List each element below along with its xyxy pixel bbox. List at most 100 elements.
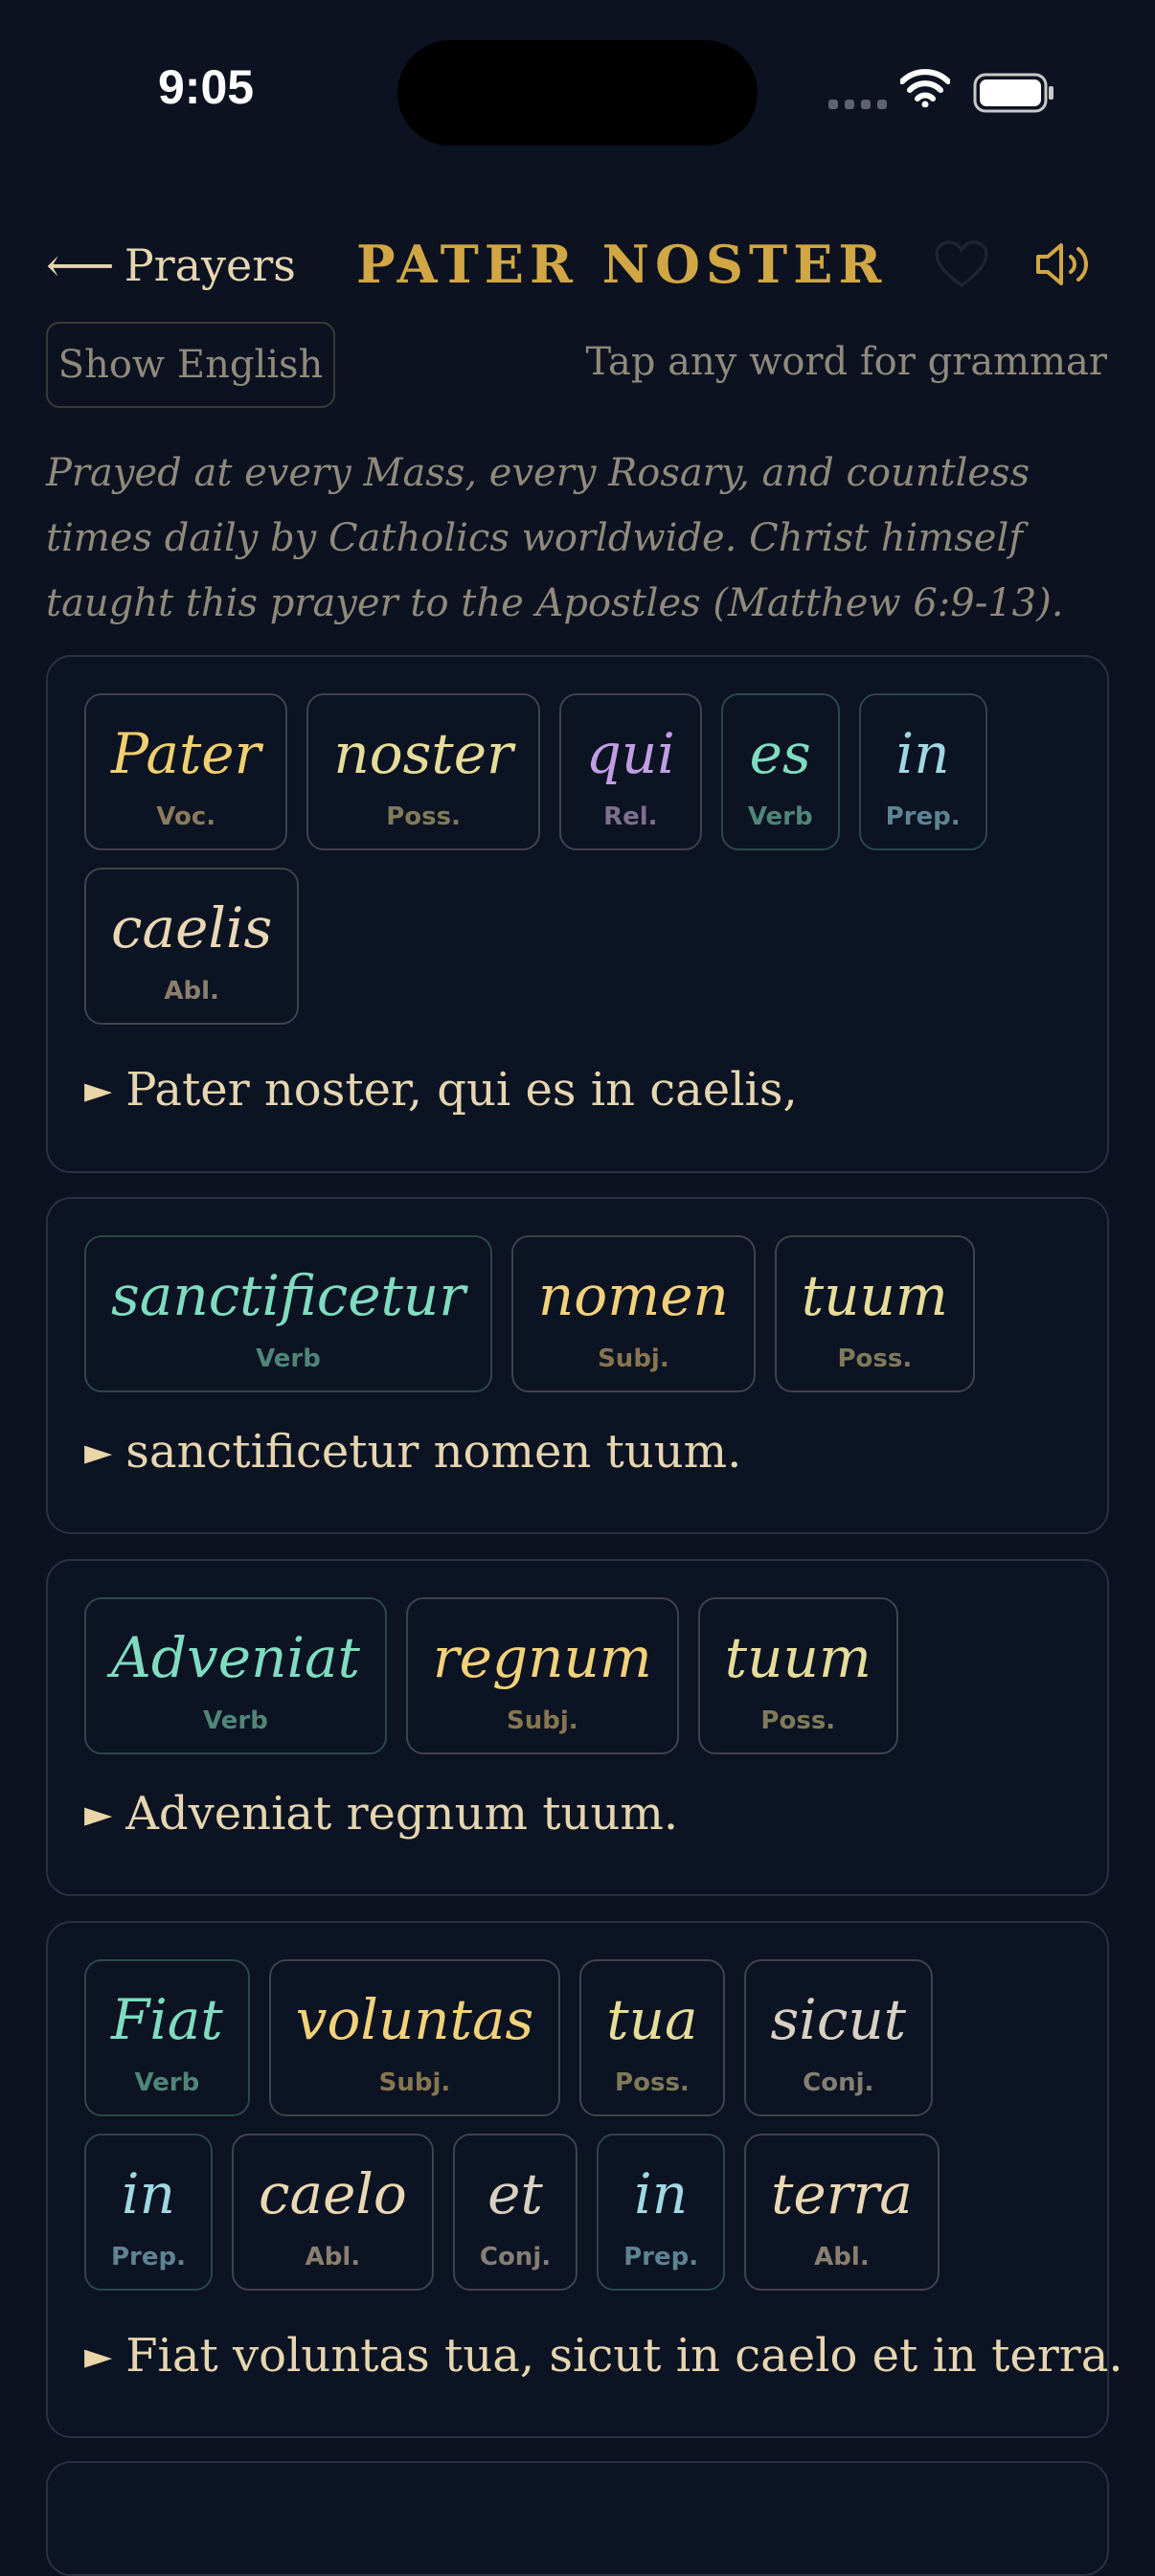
chip-word: nomen	[537, 1263, 729, 1328]
word-chip[interactable]: nomen Subj.	[510, 1235, 756, 1392]
chip-word: tuum	[801, 1263, 948, 1328]
verse-card-partial	[46, 2461, 1109, 2576]
verse-card: sanctificetur Verb nomen Subj. tuum Poss. ►…	[46, 1197, 1109, 1534]
chip-tag: Voc.	[156, 802, 216, 831]
chip-tag: Subj.	[598, 1344, 669, 1373]
word-chip[interactable]: sicut Conj.	[743, 1959, 934, 2116]
chip-tag: Abl.	[164, 977, 219, 1006]
chip-word: in	[634, 2161, 689, 2226]
chip-tag: Prep.	[885, 802, 961, 831]
chip-tag: Subj.	[378, 2068, 451, 2097]
chip-tag: Poss.	[615, 2068, 690, 2097]
show-english-button[interactable]: Show English	[46, 322, 335, 408]
word-chip[interactable]: es Verb	[720, 693, 840, 850]
chip-word: tua	[606, 1987, 698, 2052]
word-chip[interactable]: in Prep.	[84, 2134, 213, 2291]
chip-tag: Verb	[747, 802, 813, 831]
chip-tag: Abl.	[814, 2243, 870, 2271]
chip-word: Adveniat	[111, 1625, 360, 1690]
word-chips: Pater Voc. noster Poss. qui Rel. es Verb in P…	[84, 693, 1071, 1025]
chip-tag: Verb	[203, 1706, 268, 1735]
play-icon: ►	[84, 2335, 113, 2377]
status-time: 9:05	[158, 60, 255, 114]
chip-tag: Prep.	[111, 2243, 186, 2271]
chip-tag: Abl.	[305, 2243, 361, 2271]
back-label: Prayers	[124, 239, 296, 291]
chip-word: caelo	[259, 2161, 407, 2226]
word-chip[interactable]: caelis Abl.	[84, 868, 300, 1025]
chip-word: in	[122, 2161, 175, 2226]
play-icon: ►	[84, 1069, 113, 1111]
chip-word: tuum	[724, 1625, 872, 1690]
play-icon: ►	[84, 1793, 113, 1835]
word-chip[interactable]: Adveniat Verb	[84, 1597, 387, 1754]
page-title: PATER NOSTER	[356, 234, 888, 295]
chip-word: Fiat	[111, 1987, 223, 2052]
chip-tag: Rel.	[603, 802, 658, 831]
chip-word: qui	[585, 721, 675, 786]
word-chip[interactable]: caelo Abl.	[232, 2134, 434, 2291]
wifi-icon	[900, 69, 950, 107]
nav-bar: ⟵ Prayers PATER NOSTER	[0, 230, 1155, 306]
chip-tag: Poss.	[760, 1706, 836, 1735]
chip-word: Pater	[111, 721, 261, 786]
word-chip[interactable]: Pater Voc.	[84, 693, 288, 850]
chip-word: sicut	[770, 1987, 907, 2052]
verse-line[interactable]: ► sanctificetur nomen tuum.	[84, 1425, 741, 1479]
chip-word: regnum	[432, 1625, 652, 1690]
signal-icon	[828, 100, 887, 109]
verse-line[interactable]: ► Fiat voluntas tua, sicut in caelo et i…	[84, 2329, 1123, 2383]
back-button[interactable]: ⟵ Prayers	[46, 237, 296, 293]
verse-line[interactable]: ► Pater noster, qui es in caelis,	[84, 1063, 798, 1117]
word-chip[interactable]: tuum Poss.	[774, 1235, 975, 1392]
word-chip[interactable]: sanctificetur Verb	[84, 1235, 492, 1392]
word-chip[interactable]: in Prep.	[597, 2134, 726, 2291]
word-chip[interactable]: Fiat Verb	[84, 1959, 250, 2116]
word-chips: Adveniat Verb regnum Subj. tuum Poss.	[84, 1597, 1071, 1754]
verse-card: Adveniat Verb regnum Subj. tuum Poss. ► Adv…	[46, 1559, 1109, 1896]
chip-tag: Conj.	[803, 2068, 874, 2097]
chip-word: caelis	[111, 895, 273, 960]
verse-text: Fiat voluntas tua, sicut in caelo et in …	[125, 2329, 1123, 2383]
verse-text: Pater noster, qui es in caelis,	[125, 1063, 798, 1117]
chip-word: sanctificetur	[111, 1263, 465, 1328]
status-bar: 9:05	[0, 0, 1155, 182]
verse-card: Fiat Verb voluntas Subj. tua Poss. sicut Con…	[46, 1921, 1123, 2438]
chip-word: in	[895, 721, 950, 786]
verse-text: sanctificetur nomen tuum.	[125, 1425, 742, 1479]
chip-word: et	[487, 2161, 543, 2226]
chip-word: es	[749, 721, 811, 786]
word-chip[interactable]: tua Poss.	[579, 1959, 725, 2116]
speaker-icon[interactable]	[1032, 237, 1096, 291]
word-chip[interactable]: terra Abl.	[744, 2134, 940, 2291]
chip-word: voluntas	[295, 1987, 534, 2052]
chip-tag: Poss.	[837, 1344, 913, 1373]
chip-tag: Subj.	[507, 1706, 578, 1735]
chip-tag: Poss.	[386, 802, 461, 831]
chip-word: noster	[333, 721, 513, 786]
verse-line[interactable]: ► Adveniat regnum tuum.	[84, 1787, 678, 1841]
chip-tag: Conj.	[479, 2243, 552, 2271]
chip-word: terra	[771, 2161, 913, 2226]
word-chip[interactable]: in Prep.	[858, 693, 987, 850]
word-chip[interactable]: tuum Poss.	[697, 1597, 898, 1754]
word-chips: Fiat Verb voluntas Subj. tua Poss. sicut Con…	[84, 1959, 1071, 2291]
play-icon: ►	[84, 1431, 113, 1473]
word-chip[interactable]: noster Poss.	[306, 693, 540, 850]
grammar-hint: Tap any word for grammar	[585, 340, 1107, 384]
prayer-intro: Prayed at every Mass, every Rosary, and …	[46, 451, 1064, 625]
verse-card: Pater Voc. noster Poss. qui Rel. es Verb in P…	[46, 655, 1109, 1173]
verse-text: Adveniat regnum tuum.	[125, 1787, 679, 1841]
chip-tag: Verb	[256, 1344, 321, 1373]
word-chip[interactable]: qui Rel.	[558, 693, 702, 850]
word-chip[interactable]: voluntas Subj.	[268, 1959, 561, 2116]
word-chip[interactable]: et Conj.	[452, 2134, 578, 2291]
battery-icon	[973, 73, 1053, 113]
heart-icon[interactable]	[934, 239, 989, 289]
dynamic-island	[397, 40, 758, 146]
word-chips: sanctificetur Verb nomen Subj. tuum Poss.	[84, 1235, 1071, 1392]
back-arrow-icon: ⟵	[46, 237, 115, 293]
word-chip[interactable]: regnum Subj.	[405, 1597, 679, 1754]
chip-tag: Verb	[134, 2068, 200, 2097]
chip-tag: Prep.	[623, 2243, 699, 2271]
